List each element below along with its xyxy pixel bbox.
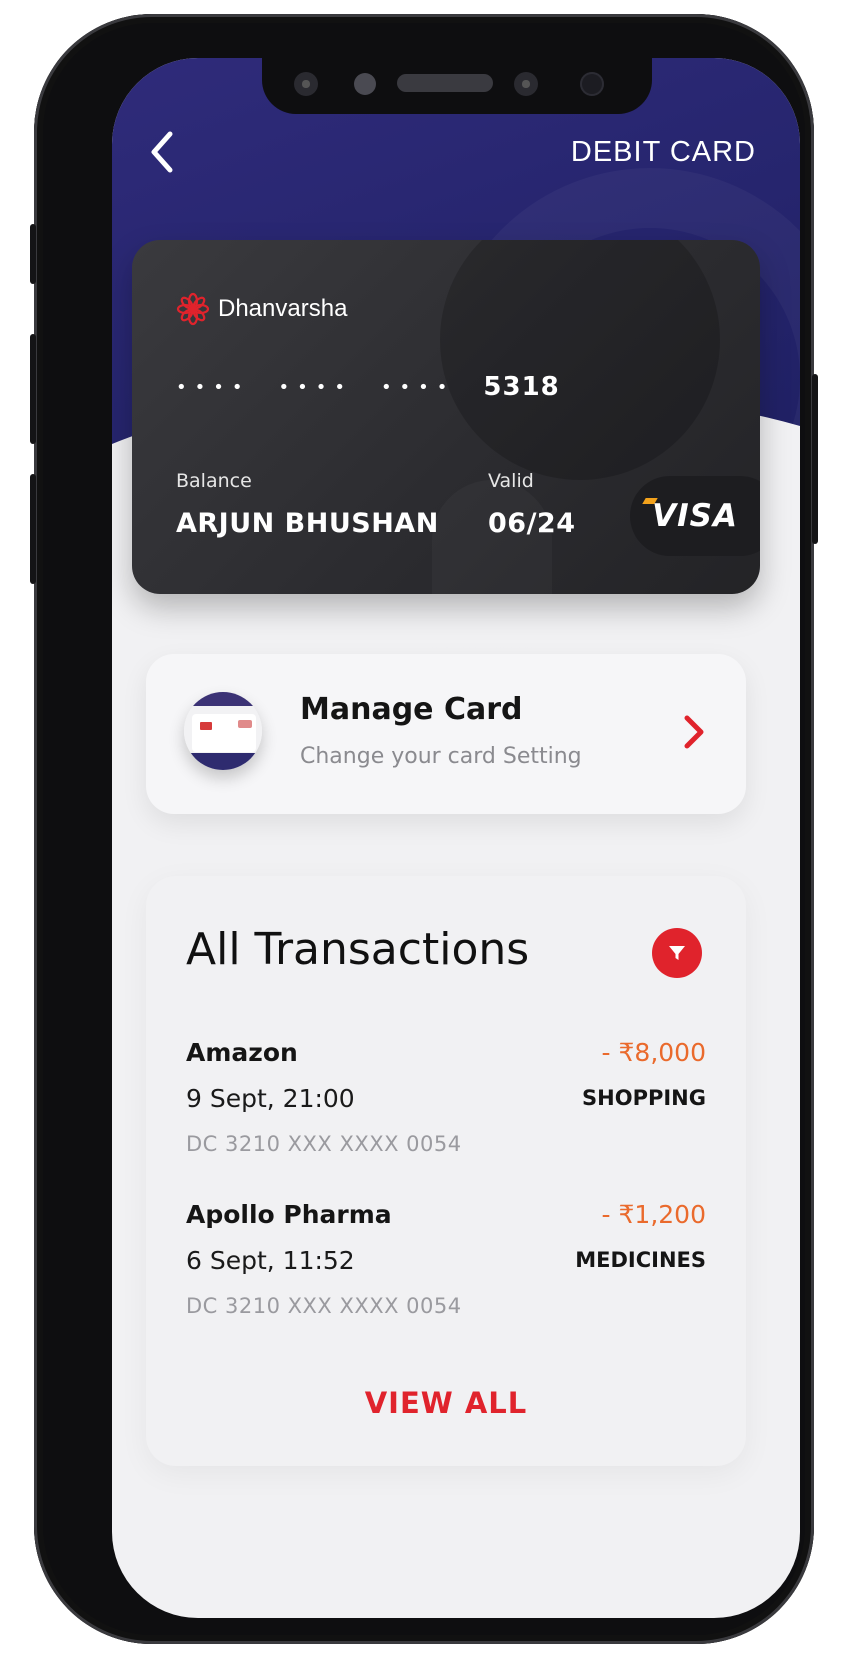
bank-name: Dhanvarsha (218, 295, 348, 322)
transaction-category: SHOPPING (582, 1086, 706, 1110)
camera-icon (514, 72, 538, 96)
notch (262, 58, 652, 114)
transaction-row[interactable]: Apollo Pharma 6 Sept, 11:52 DC 3210 XXX … (186, 1200, 706, 1330)
transaction-account: DC 3210 XXX XXXX 0054 (186, 1132, 462, 1156)
valid-label: Valid (488, 470, 534, 492)
transaction-merchant: Amazon (186, 1038, 298, 1067)
masked-digits: •••• (278, 376, 353, 398)
transaction-category: MEDICINES (575, 1248, 706, 1272)
transaction-merchant: Apollo Pharma (186, 1200, 392, 1229)
card-number: •••• •••• •••• 5318 (176, 372, 560, 402)
transaction-row[interactable]: Amazon 9 Sept, 21:00 DC 3210 XXX XXXX 00… (186, 1038, 706, 1168)
cardholder-name: ARJUN BHUSHAN (176, 508, 439, 539)
bank-brand: Dhanvarsha (176, 292, 347, 326)
view-all-button[interactable]: VIEW ALL (146, 1386, 746, 1420)
volume-down-button (30, 474, 36, 584)
card-decoration (440, 240, 720, 480)
flower-logo-icon (176, 292, 210, 326)
volume-up-button (30, 334, 36, 444)
transactions-title: All Transactions (186, 924, 530, 975)
manage-card-subtitle: Change your card Setting (300, 744, 582, 769)
transaction-datetime: 6 Sept, 11:52 (186, 1246, 355, 1275)
mini-card-chip (200, 722, 212, 730)
holder-label: Balance (176, 470, 252, 492)
debit-card[interactable]: Dhanvarsha •••• •••• •••• 5318 Balance A… (132, 240, 760, 594)
masked-digits: •••• (380, 376, 456, 398)
transaction-amount: - ₹8,000 (601, 1038, 706, 1067)
valid-thru-date: 06/24 (488, 508, 576, 539)
masked-digits: •••• (176, 376, 251, 398)
manage-card-title: Manage Card (300, 692, 523, 727)
page-title: DEBIT CARD (570, 136, 756, 168)
visa-logo: VISA (652, 498, 738, 534)
filter-button[interactable] (652, 928, 702, 978)
transaction-amount: - ₹1,200 (601, 1200, 706, 1229)
silent-switch (30, 224, 36, 284)
transaction-account: DC 3210 XXX XXXX 0054 (186, 1294, 462, 1318)
chevron-left-icon (151, 131, 173, 173)
speaker-grille (397, 74, 493, 92)
chevron-right-icon (684, 715, 704, 749)
back-button[interactable] (142, 130, 182, 180)
phone-screen: DEBIT CARD Dhanvarsha •••• •••• •••• 531… (112, 58, 800, 1618)
transaction-datetime: 9 Sept, 21:00 (186, 1084, 355, 1113)
camera-icon (294, 72, 318, 96)
manage-card-button[interactable]: Manage Card Change your card Setting (146, 654, 746, 814)
transactions-panel: All Transactions Amazon 9 Sept, 21:00 DC… (146, 876, 746, 1466)
sensor-icon (354, 73, 376, 95)
filter-icon (669, 946, 685, 960)
sensor-icon (580, 72, 604, 96)
power-button (812, 374, 818, 544)
card-last-four: 5318 (483, 372, 560, 402)
card-settings-icon (184, 692, 262, 770)
phone-frame: DEBIT CARD Dhanvarsha •••• •••• •••• 531… (30, 14, 818, 1644)
mini-card-logo (238, 720, 252, 728)
